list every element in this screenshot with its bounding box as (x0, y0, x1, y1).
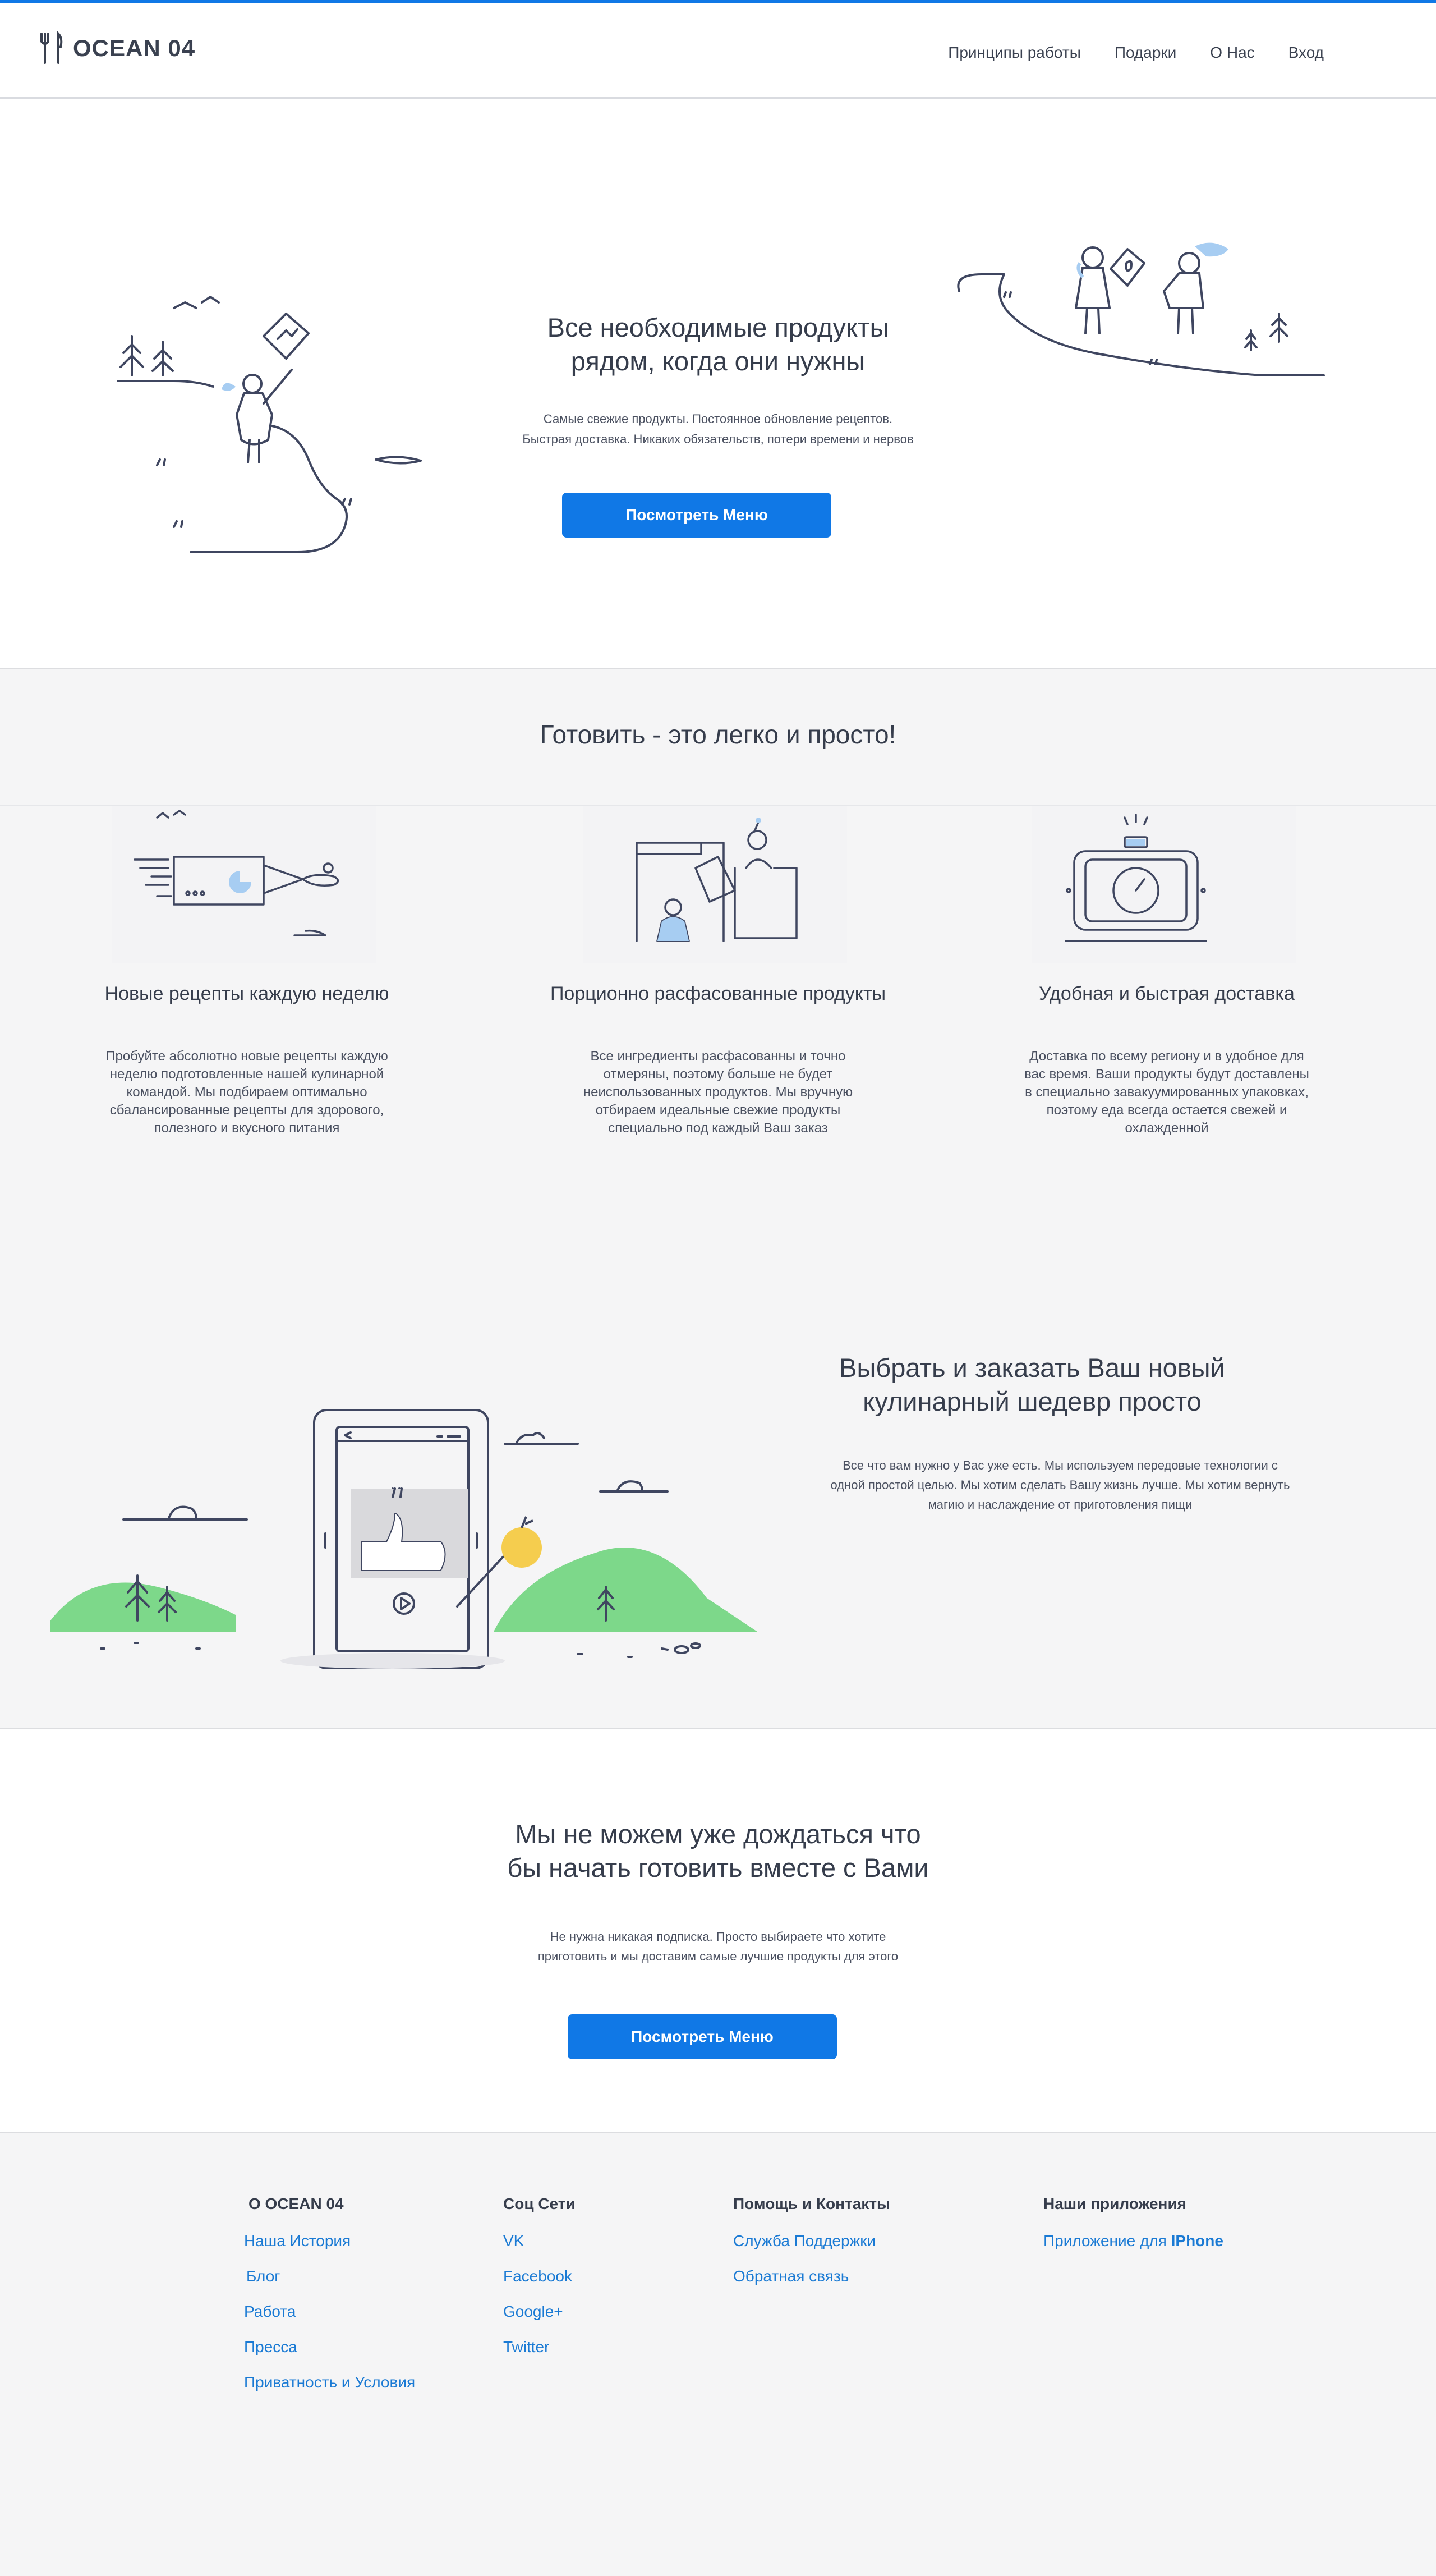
iphone-app-strong: IPhone (1171, 2232, 1223, 2249)
iphone-app-prefix: Приложение для (1043, 2232, 1171, 2249)
feature-portioned-title: Порционно расфасованные продукты (550, 983, 886, 1004)
feature-recipes-illustration (112, 806, 376, 963)
feature-delivery-title: Удобная и быстрая доставка (1039, 983, 1295, 1004)
feature-delivery-desc: Доставка по всему региону и в удобное дл… (1024, 1049, 1309, 1136)
hero-section: Все необходимые продукты рядом, когда он… (0, 100, 1436, 668)
nav-about[interactable]: О Нас (1210, 44, 1254, 62)
cta-view-menu-button[interactable]: Посмотреть Меню (568, 2014, 837, 2059)
choose-title: Выбрать и заказать Ваш новый кулинарный … (808, 1351, 1256, 1418)
site-header: OCEAN 04 Принципы работы Подарки О Нас В… (0, 3, 1436, 99)
footer-link-facebook[interactable]: Facebook (503, 2267, 576, 2285)
footer-about-heading: О OCEAN 04 (248, 2195, 344, 2212)
how-it-works-section: Готовить - это легко и просто! Новые рец… (0, 668, 1436, 1216)
nav-principles[interactable]: Принципы работы (948, 44, 1081, 62)
feature-portioned-illustration (583, 806, 847, 963)
main-nav: Принципы работы Подарки О Нас Вход (948, 44, 1324, 62)
feature-recipes-title: Новые рецепты каждую неделю (104, 983, 389, 1004)
footer-link-googleplus[interactable]: Google+ (503, 2303, 576, 2321)
footer-link-jobs[interactable]: Работа (244, 2303, 415, 2321)
footer-link-history[interactable]: Наша История (244, 2232, 415, 2250)
feature-recipes-desc: Пробуйте абсолютно новые рецепты каждую … (105, 1049, 388, 1136)
footer-link-vk[interactable]: VK (503, 2232, 576, 2250)
hero-view-menu-button[interactable]: Посмотреть Меню (562, 493, 831, 538)
footer-apps-heading: Наши приложения (1043, 2195, 1187, 2212)
nav-login[interactable]: Вход (1288, 44, 1324, 62)
footer-col-apps: Наши приложения Приложение для IPhone (1043, 2195, 1223, 2267)
cta-subtitle: Не нужна никакая подписка. Просто выбира… (0, 1927, 1436, 1966)
hero-title: Все необходимые продукты рядом, когда он… (0, 311, 1436, 378)
footer-link-privacy[interactable]: Приватность и Условия (244, 2373, 415, 2391)
tablet-landscape-illustration (50, 1409, 757, 1669)
hero-subtitle-line1: Самые свежие продукты. Постоянное обновл… (543, 412, 893, 426)
hero-title-line2: рядом, когда они нужны (570, 346, 866, 376)
footer-link-support[interactable]: Служба Поддержки (733, 2232, 890, 2250)
footer-link-feedback[interactable]: Обратная связь (733, 2267, 890, 2285)
nav-gifts[interactable]: Подарки (1115, 44, 1176, 62)
footer-link-press[interactable]: Пресса (244, 2338, 415, 2356)
cta-title-line1: Мы не можем уже дождаться что (515, 1819, 921, 1849)
cta-section: Мы не можем уже дождаться что бы начать … (0, 1730, 1436, 2132)
cta-subtitle-line2: приготовить и мы доставим самые лучшие п… (537, 1949, 899, 1963)
choose-order-section: Выбрать и заказать Ваш новый кулинарный … (0, 1216, 1436, 1729)
cta-title: Мы не можем уже дождаться что бы начать … (0, 1817, 1436, 1885)
hero-subtitle-line2: Быстрая доставка. Никаких обязательств, … (522, 432, 914, 446)
logo[interactable]: OCEAN 04 (38, 31, 195, 65)
how-title: Готовить - это легко и просто! (540, 720, 896, 749)
cta-title-line2: бы начать готовить вместе с Вами (507, 1853, 929, 1882)
footer-link-blog[interactable]: Блог (244, 2267, 415, 2285)
footer-social-heading: Соц Сети (503, 2195, 576, 2212)
choose-title-line1: Выбрать и заказать Ваш новый (839, 1353, 1225, 1383)
footer-link-twitter[interactable]: Twitter (503, 2338, 576, 2356)
feature-portioned-desc: Все ингредиенты расфасованны и точно отм… (583, 1049, 853, 1136)
hero-subtitle: Самые свежие продукты. Постоянное обновл… (0, 409, 1436, 449)
footer-col-about: О OCEAN 04 Наша История Блог Работа Прес… (244, 2195, 415, 2409)
footer-col-social: Соц Сети VK Facebook Google+ Twitter (503, 2195, 576, 2373)
choose-title-line2: кулинарный шедевр просто (863, 1386, 1202, 1416)
feature-delivery-illustration (1032, 806, 1296, 963)
footer-col-help: Помощь и Контакты Служба Поддержки Обрат… (733, 2195, 890, 2303)
hero-title-line1: Все необходимые продукты (547, 313, 889, 342)
choose-desc: Все что вам нужно у Вас уже есть. Мы исп… (830, 1458, 1290, 1512)
cta-subtitle-line1: Не нужна никакая подписка. Просто выбира… (550, 1930, 886, 1944)
footer-help-heading: Помощь и Контакты (733, 2195, 890, 2212)
footer-link-iphone-app[interactable]: Приложение для IPhone (1043, 2232, 1223, 2250)
fork-knife-icon (40, 31, 63, 64)
site-footer: О OCEAN 04 Наша История Блог Работа Прес… (0, 2132, 1436, 2576)
logo-text: OCEAN 04 (73, 35, 196, 61)
